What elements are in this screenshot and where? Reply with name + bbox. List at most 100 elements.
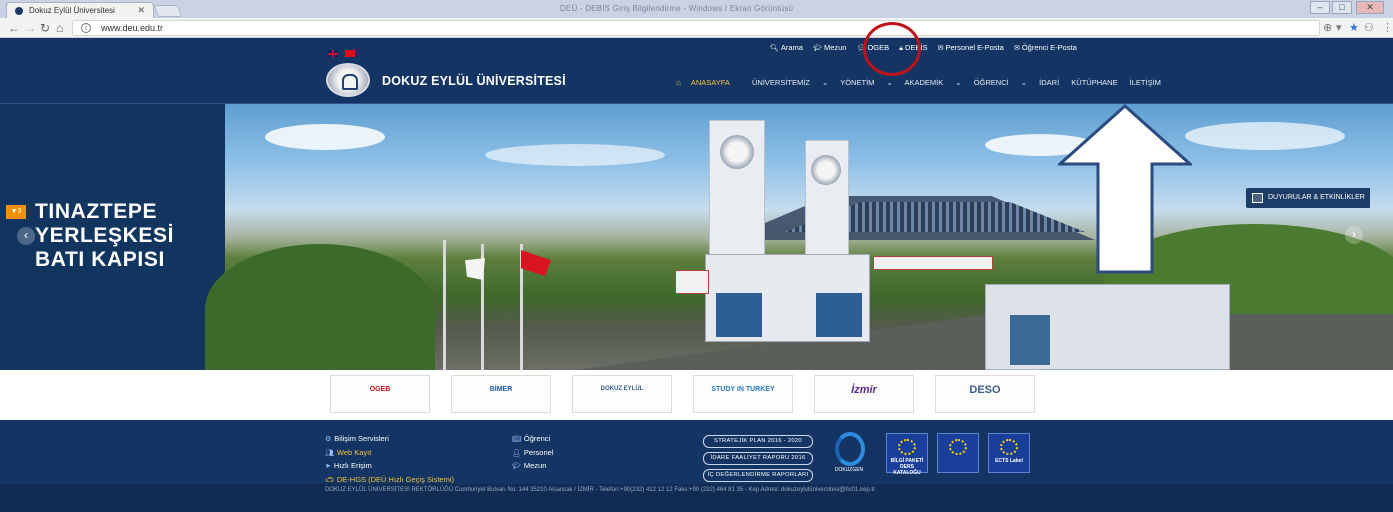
maximize-button[interactable]: □ bbox=[1332, 1, 1352, 14]
window-title: DEÜ - DEBİS Giriş Bilgilendirme - Window… bbox=[560, 4, 794, 13]
reload-icon[interactable]: ↻ bbox=[40, 20, 50, 36]
student-email-link[interactable]: ✉ Öğrenci E-Posta bbox=[1014, 43, 1081, 52]
eu-stars-icon bbox=[1000, 439, 1018, 455]
footer-link-student[interactable]: 📖︎ Öğrenci bbox=[512, 433, 554, 447]
calendar-icon bbox=[1252, 193, 1263, 203]
alumni-link[interactable]: 🎓︎ Mezun bbox=[813, 43, 850, 52]
close-tab-icon[interactable]: ✕ bbox=[137, 5, 145, 16]
course-catalogue-badge[interactable]: BİLGİ PAKETİ DERS KATALOĞU bbox=[886, 433, 928, 476]
slider-next-button[interactable]: › bbox=[1345, 226, 1363, 244]
browser-tab-bar: Dokuz Eylül Üniversitesi ✕ DEÜ - DEBİS G… bbox=[0, 0, 1393, 18]
nav-contact[interactable]: İLETİŞİM bbox=[1130, 78, 1161, 87]
back-icon[interactable]: ← bbox=[8, 20, 20, 36]
browser-tab[interactable]: Dokuz Eylül Üniversitesi ✕ bbox=[6, 2, 154, 18]
menu-icon[interactable]: ⋮ bbox=[1382, 21, 1393, 35]
self-assessment-reports-button[interactable]: İÇ DEĞERLENDİRME RAPORLARI bbox=[703, 469, 813, 482]
search-link[interactable]: 🔍︎ Arama bbox=[770, 43, 807, 52]
announcements-events-label: DUYURULAR & ETKİNLİKLER bbox=[1268, 194, 1365, 201]
book-icon: 📖︎ bbox=[512, 436, 521, 443]
envelope-icon: ✉ bbox=[937, 45, 944, 52]
slider-prev-button[interactable]: ‹ bbox=[17, 227, 35, 245]
nav-university[interactable]: ÜNİVERSİTEMİZ ⌄ bbox=[752, 78, 828, 87]
envelope-icon: ✉ bbox=[1013, 45, 1020, 52]
eu-stars-icon bbox=[949, 439, 967, 455]
footer-address: DOKUZ EYLÜL ÜNİVERSİTESİ REKTÖRLÜĞÜ Cumh… bbox=[325, 487, 876, 493]
graduation-cap-icon: 🎓︎ bbox=[512, 463, 521, 470]
close-window-button[interactable]: ✕ bbox=[1356, 1, 1384, 14]
cloud bbox=[265, 124, 385, 150]
seal-icon bbox=[811, 155, 841, 185]
nav-student[interactable]: ÖĞRENCİ ⌄ bbox=[974, 78, 1027, 87]
zoom-icon[interactable]: ⊕ bbox=[1323, 21, 1332, 35]
bookmark-star-icon[interactable]: ★ bbox=[1349, 21, 1359, 35]
graduation-cap-icon: 🎓︎ bbox=[813, 45, 822, 52]
university-name[interactable]: DOKUZ EYLÜL ÜNİVERSİTESİ bbox=[382, 74, 566, 88]
gate-tower bbox=[805, 140, 849, 268]
slide-caption-line: BATI KAPISI bbox=[35, 248, 165, 271]
extension-puzzle-icon[interactable]: ⚇ bbox=[1364, 21, 1374, 35]
gears-icon: ⚙ bbox=[325, 436, 332, 443]
search-icon: 🔍︎ bbox=[770, 45, 779, 52]
dokuzgen-logo[interactable]: DOKUZGEN bbox=[825, 432, 873, 480]
security-building bbox=[985, 284, 1230, 370]
partner-bimer[interactable]: BİMER bbox=[451, 375, 551, 413]
dokuzgen-ring-icon bbox=[835, 432, 865, 466]
slide-caption: TINAZTEPE YERLEŞKESİ BATI KAPISI bbox=[35, 200, 174, 272]
ects-label-badge[interactable]: ECTS Label bbox=[988, 433, 1030, 473]
home-icon: ⌂ bbox=[676, 78, 681, 87]
partner-study-in-turkey[interactable]: STUDY IN TURKEY bbox=[693, 375, 793, 413]
eu-stars-icon bbox=[898, 439, 916, 455]
extension-icon[interactable]: ▾ bbox=[1336, 21, 1342, 35]
slide-counter-badge: ▼3 bbox=[6, 205, 26, 219]
home-icon[interactable]: ⌂ bbox=[56, 20, 63, 36]
dokuzgen-label: DOKUZGEN bbox=[834, 467, 864, 473]
footer: ⚙ Bilişim Servisleri 👥︎ Web Kayıt ➤ Hızlı E… bbox=[0, 420, 1393, 512]
campus-gate-photo bbox=[205, 104, 1393, 370]
nav-administrative[interactable]: İDARİ bbox=[1039, 78, 1059, 87]
turkish-flag-icon[interactable] bbox=[345, 50, 356, 58]
footer-link-web-registration[interactable]: 👥︎ Web Kayıt bbox=[325, 447, 454, 461]
minimize-button[interactable]: – bbox=[1310, 1, 1330, 14]
cloud bbox=[485, 144, 665, 166]
staff-email-link[interactable]: ✉ Personel E-Posta bbox=[938, 43, 1008, 52]
strategic-plan-button[interactable]: STRATEJİK PLAN 2016 - 2020 bbox=[703, 435, 813, 448]
partner-deu[interactable]: DOKUZ EYLÜL bbox=[572, 375, 672, 413]
turkish-flag bbox=[521, 250, 551, 276]
partner-deso[interactable]: DESO bbox=[935, 375, 1035, 413]
annotation-arrow bbox=[1058, 104, 1192, 274]
eu-badge[interactable] bbox=[937, 433, 979, 473]
footer-link-alumni[interactable]: 🎓︎ Mezun bbox=[512, 460, 554, 474]
announcements-events-button[interactable]: DUYURULAR & ETKİNLİKLER bbox=[1246, 188, 1370, 208]
seal-icon bbox=[720, 135, 754, 169]
activity-report-button[interactable]: İDARE FAALİYET RAPORU 2016 bbox=[703, 452, 813, 465]
hero-slider[interactable]: ▼3 TINAZTEPE YERLEŞKESİ BATI KAPISI ‹ › … bbox=[0, 104, 1393, 370]
building-window bbox=[1010, 315, 1050, 365]
url-text: www.deu.edu.tr bbox=[101, 23, 164, 33]
new-tab-button[interactable] bbox=[153, 5, 183, 17]
footer-link-quick-access[interactable]: ➤ Hızlı Erişim bbox=[325, 460, 454, 474]
nav-management[interactable]: YÖNETİM ⌄ bbox=[840, 78, 893, 87]
url-field[interactable]: i www.deu.edu.tr bbox=[72, 20, 1320, 36]
gatehouse-window bbox=[716, 293, 762, 337]
footer-link-it-services[interactable]: ⚙ Bilişim Servisleri bbox=[325, 433, 454, 447]
footer-links-primary: ⚙ Bilişim Servisleri 👥︎ Web Kayıt ➤ Hızlı E… bbox=[325, 433, 454, 487]
partner-izmir[interactable]: İzmir bbox=[814, 375, 914, 413]
nav-library[interactable]: KÜTÜPHANE bbox=[1071, 78, 1117, 87]
english-flag-icon[interactable] bbox=[328, 50, 338, 58]
university-logo[interactable] bbox=[326, 63, 370, 97]
site-header: 🔍︎ Arama 🎓︎ Mezun 💬︎ OGEB 🔒︎ DEBİS ✉ Personel… bbox=[0, 38, 1393, 104]
language-switcher bbox=[328, 45, 358, 63]
annotation-circle bbox=[863, 22, 921, 76]
footer-link-staff[interactable]: 👤︎ Personel bbox=[512, 447, 554, 461]
forward-icon[interactable]: → bbox=[24, 20, 36, 36]
nav-home[interactable]: ⌂ ANASAYFA bbox=[676, 78, 740, 87]
white-flag bbox=[465, 258, 485, 280]
info-icon[interactable]: i bbox=[81, 23, 91, 33]
slide-caption-line: TINAZTEPE bbox=[35, 200, 158, 223]
partner-ogeb[interactable]: OGEB bbox=[330, 375, 430, 413]
bus bbox=[873, 256, 993, 270]
address-bar: ← → ↻ ⌂ i www.deu.edu.tr ⊕ ▾ ★ ⚇ ⋮ bbox=[0, 18, 1393, 38]
gate-tower bbox=[709, 120, 765, 266]
nav-academic[interactable]: AKADEMİK ⌄ bbox=[904, 78, 961, 87]
gatehouse bbox=[705, 254, 870, 342]
